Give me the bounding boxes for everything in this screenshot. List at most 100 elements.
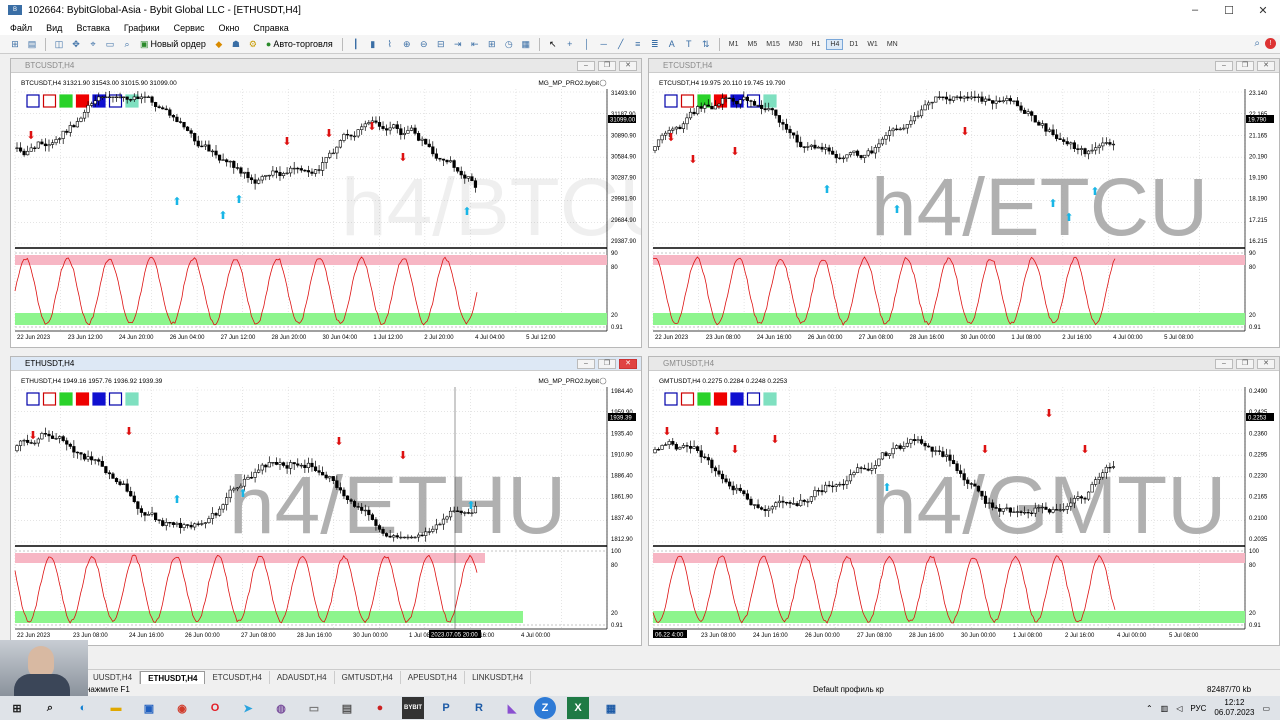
color-swatch-button[interactable] bbox=[125, 392, 139, 406]
chevron-up-icon[interactable]: ⌃ bbox=[1146, 704, 1153, 713]
color-swatch-button[interactable] bbox=[75, 392, 90, 406]
channel-icon[interactable]: ≡ bbox=[631, 37, 645, 51]
chart-window-btcusdt[interactable]: BTCUSDT,H4 –❐✕ h4/BTCUBTCUSDT,H4 31321.9… bbox=[10, 58, 642, 348]
timeframe-d1[interactable]: D1 bbox=[846, 40, 861, 49]
edge-icon[interactable]: ◐ bbox=[72, 697, 94, 719]
color-swatch-button[interactable] bbox=[763, 392, 777, 406]
new-chart-icon[interactable]: ⊞ bbox=[8, 37, 22, 51]
tab-gmtusdt[interactable]: GMTUSDT,H4 bbox=[335, 670, 401, 684]
color-swatch-button[interactable] bbox=[42, 94, 57, 108]
menu-charts[interactable]: Графики bbox=[124, 23, 160, 33]
minimize-button[interactable]: – bbox=[1178, 4, 1212, 16]
text-icon[interactable]: A bbox=[665, 37, 679, 51]
cursor-icon[interactable]: ↖ bbox=[546, 37, 560, 51]
clock[interactable]: 12:12 06.07.2023 bbox=[1214, 698, 1254, 718]
color-swatch-button[interactable] bbox=[26, 94, 40, 108]
vertical-line-icon[interactable]: │ bbox=[580, 37, 594, 51]
chart-window-etcusdt[interactable]: ETCUSDT,H4 – ❐ ✕ h4/ETCU ETCUSDT,H4 19.975 … bbox=[648, 58, 1280, 348]
timeframe-h4[interactable]: H4 bbox=[826, 38, 844, 50]
bar-chart-icon[interactable]: ┃ bbox=[349, 37, 363, 51]
network-icon[interactable]: ▥ bbox=[1161, 704, 1169, 713]
tab-uusdt[interactable]: UUSDT,H4 bbox=[86, 670, 141, 684]
tab-apeusdt[interactable]: APEUSDT,H4 bbox=[401, 670, 466, 684]
line-chart-icon[interactable]: ⌇ bbox=[383, 37, 397, 51]
tester-icon[interactable]: ⌕ bbox=[120, 37, 134, 51]
timeframe-w1[interactable]: W1 bbox=[864, 40, 881, 49]
color-swatch-button[interactable] bbox=[26, 392, 40, 406]
color-swatch-button[interactable] bbox=[59, 392, 73, 406]
menu-file[interactable]: Файл bbox=[10, 23, 32, 33]
file-explorer-icon[interactable]: ▬ bbox=[105, 697, 127, 719]
chart-plot[interactable]: h4/BTCU BTCUSDT,H4 31321.90 31543.00 3101… bbox=[11, 59, 642, 348]
color-swatch-button[interactable] bbox=[108, 392, 123, 406]
r-icon[interactable]: R bbox=[468, 697, 490, 719]
language-indicator[interactable]: РУС bbox=[1190, 704, 1206, 713]
menu-window[interactable]: Окно bbox=[219, 23, 240, 33]
windows-start-icon[interactable]: ⊞ bbox=[6, 697, 28, 719]
label-icon[interactable]: T bbox=[682, 37, 696, 51]
color-swatch-button[interactable] bbox=[763, 94, 777, 108]
tab-etcusdt[interactable]: ETCUSDT,H4 bbox=[205, 670, 270, 684]
color-swatch-button[interactable] bbox=[713, 392, 728, 406]
color-swatch-button[interactable] bbox=[680, 392, 695, 406]
notes-icon[interactable]: ▭ bbox=[303, 697, 325, 719]
color-swatch-button[interactable] bbox=[680, 94, 695, 108]
color-swatch-button[interactable] bbox=[92, 392, 106, 406]
maximize-button[interactable]: ☐ bbox=[1212, 4, 1246, 17]
arrows-icon[interactable]: ⇅ bbox=[699, 37, 713, 51]
notification-icon[interactable]: ! bbox=[1265, 38, 1276, 49]
excel-icon[interactable]: X bbox=[567, 697, 589, 719]
color-swatch-button[interactable] bbox=[697, 392, 711, 406]
auto-trading-button[interactable]: ● Авто-торговля bbox=[263, 39, 336, 49]
profiles-icon[interactable]: ▤ bbox=[25, 37, 39, 51]
volume-icon[interactable]: ◁ bbox=[1176, 704, 1182, 713]
timeframe-m5[interactable]: M5 bbox=[744, 40, 760, 49]
gear-icon[interactable] bbox=[599, 79, 607, 87]
color-swatch-button[interactable] bbox=[664, 392, 678, 406]
chrome-icon[interactable]: ◉ bbox=[171, 697, 193, 719]
color-swatch-button[interactable] bbox=[59, 94, 73, 108]
candle-chart-icon[interactable]: ▮ bbox=[366, 37, 380, 51]
opera-icon[interactable]: O bbox=[204, 697, 226, 719]
menu-tools[interactable]: Сервис bbox=[174, 23, 205, 33]
record-icon[interactable]: ● bbox=[369, 697, 391, 719]
chart-plot[interactable]: h4/GMTU GMTUSDT,H4 0.2275 0.2284 0.2248 0… bbox=[649, 357, 1280, 646]
indicators-icon[interactable]: ⊞ bbox=[485, 37, 499, 51]
bybit-icon[interactable]: BYBIT bbox=[402, 697, 424, 719]
chart-window-ethusdt[interactable]: ETHUSDT,H4 – ❐ ✕ h4/ETHU ETHUSDT,H4 1949.16… bbox=[10, 356, 642, 646]
menu-view[interactable]: Вид bbox=[46, 23, 62, 33]
chart-plot[interactable]: h4/ETCU ETCUSDT,H4 19.975 20.110 19.745 1… bbox=[649, 59, 1280, 348]
timeframe-m30[interactable]: M30 bbox=[786, 40, 806, 49]
menu-insert[interactable]: Вставка bbox=[76, 23, 109, 33]
store-icon[interactable]: ▣ bbox=[138, 697, 160, 719]
timeframe-h1[interactable]: H1 bbox=[808, 40, 823, 49]
periods-icon[interactable]: ◷ bbox=[502, 37, 516, 51]
z-app-icon[interactable]: Z bbox=[534, 697, 556, 719]
horizontal-line-icon[interactable]: ─ bbox=[597, 37, 611, 51]
notifications-icon[interactable]: ▭ bbox=[1262, 704, 1270, 713]
zoom-in-icon[interactable]: ⊕ bbox=[400, 37, 414, 51]
telegram-icon[interactable]: ➤ bbox=[237, 697, 259, 719]
navigator-icon[interactable]: ✥ bbox=[69, 37, 83, 51]
color-swatch-button[interactable] bbox=[42, 392, 57, 406]
chart-window-gmtusdt[interactable]: GMTUSDT,H4 – ❐ ✕ h4/GMTU GMTUSDT,H4 0.2275 … bbox=[648, 356, 1280, 646]
crosshair-icon[interactable]: + bbox=[563, 37, 577, 51]
signals-icon[interactable]: ☗ bbox=[229, 37, 243, 51]
fibo-icon[interactable]: ≣ bbox=[648, 37, 662, 51]
tab-linkusdt[interactable]: LINKUSDT,H4 bbox=[465, 670, 532, 684]
tab-adausdt[interactable]: ADAUSDT,H4 bbox=[270, 670, 335, 684]
search-icon[interactable]: ⌕ bbox=[1254, 38, 1260, 49]
new-order-button[interactable]: ▣ Новый ордер bbox=[137, 39, 209, 50]
autoscroll-icon[interactable]: ⇥ bbox=[451, 37, 465, 51]
chart-plot[interactable]: h4/ETHUETHUSDT,H4 1949.16 1957.76 1936.9… bbox=[11, 357, 642, 646]
market-icon[interactable]: ⚙ bbox=[246, 37, 260, 51]
viber-icon[interactable]: ◍ bbox=[270, 697, 292, 719]
tile-windows-icon[interactable]: ⊟ bbox=[434, 37, 448, 51]
gear-icon[interactable] bbox=[599, 377, 607, 385]
metatrader-icon[interactable]: P bbox=[435, 697, 457, 719]
search-icon[interactable]: ⌕ bbox=[39, 697, 61, 719]
media-icon[interactable]: ▤ bbox=[336, 697, 358, 719]
close-button[interactable]: ✕ bbox=[1246, 4, 1280, 17]
market-watch-icon[interactable]: ◫ bbox=[52, 37, 66, 51]
data-window-icon[interactable]: ⌖ bbox=[86, 37, 100, 51]
